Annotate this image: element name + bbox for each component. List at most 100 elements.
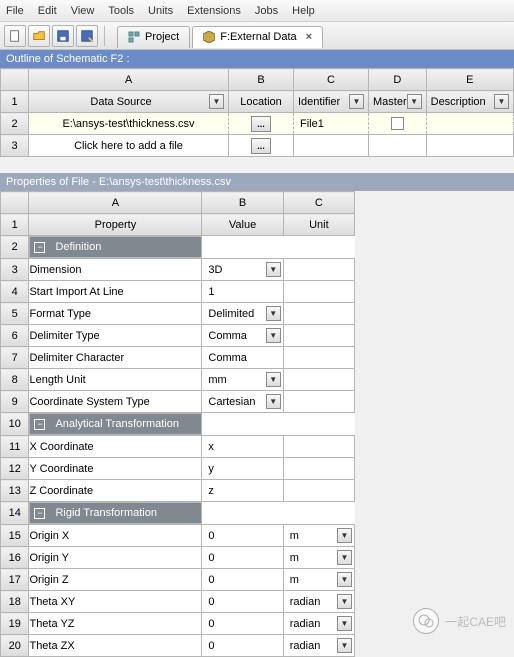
watermark: 一起CAE吧 (413, 608, 506, 634)
val-delimiter-char[interactable]: Comma (202, 347, 283, 369)
col-e[interactable]: E (426, 69, 513, 91)
browse-button[interactable]: ... (251, 138, 271, 154)
prop-theta-yz: Theta YZ (29, 613, 202, 635)
unit-theta-xy[interactable]: radian (290, 596, 321, 608)
add-file-hint[interactable]: Click here to add a file (29, 140, 228, 152)
collapse-icon[interactable]: − (34, 419, 45, 430)
row-2[interactable]: 2 (1, 113, 29, 135)
section-rigid[interactable]: −Rigid Transformation (29, 502, 201, 524)
unit-theta-zx[interactable]: radian (290, 640, 321, 652)
watermark-text: 一起CAE吧 (445, 613, 506, 630)
tab-external-data[interactable]: F:External Data × (192, 26, 323, 48)
unit-theta-yz[interactable]: radian (290, 618, 321, 630)
val-origin-x[interactable]: 0 (202, 525, 283, 547)
dropdown-icon[interactable]: ▼ (266, 372, 281, 387)
properties-header: Properties of File - E:\ansys-test\thick… (0, 173, 514, 191)
val-theta-zx[interactable]: 0 (202, 635, 283, 657)
dropdown-icon[interactable]: ▼ (337, 550, 352, 565)
unit-origin-y[interactable]: m (290, 552, 299, 564)
menu-units[interactable]: Units (148, 5, 173, 17)
prop-delimiter-type: Delimiter Type (29, 325, 202, 347)
col-b[interactable]: B (229, 69, 294, 91)
hdr-property: Property (29, 214, 202, 236)
val-format-type[interactable]: Delimited (208, 308, 254, 320)
menu-bar: File Edit View Tools Units Extensions Jo… (0, 0, 514, 22)
pcol-b[interactable]: B (202, 192, 283, 214)
save-button[interactable] (52, 25, 74, 47)
pcol-a[interactable]: A (29, 192, 202, 214)
val-origin-z[interactable]: 0 (202, 569, 283, 591)
dropdown-icon[interactable]: ▼ (337, 616, 352, 631)
file-path-cell[interactable]: E:\ansys-test\thickness.csv (29, 118, 228, 130)
row-3[interactable]: 3 (1, 135, 29, 157)
prop-coord-system: Coordinate System Type (29, 391, 202, 413)
hdr-identifier: Identifier (298, 96, 340, 108)
section-analytical[interactable]: −Analytical Transformation (29, 413, 201, 435)
new-button[interactable] (4, 25, 26, 47)
properties-grid: A B C 1 Property Value Unit 2 −Definitio… (0, 191, 355, 657)
dropdown-icon[interactable]: ▼ (209, 94, 224, 109)
browse-button[interactable]: ... (251, 116, 271, 132)
prop-x-coord: X Coordinate (29, 436, 202, 458)
properties-panel: Properties of File - E:\ansys-test\thick… (0, 173, 514, 657)
collapse-icon[interactable]: − (34, 508, 45, 519)
val-origin-y[interactable]: 0 (202, 547, 283, 569)
dropdown-icon[interactable]: ▼ (494, 94, 509, 109)
section-definition[interactable]: −Definition (29, 236, 201, 258)
pcol-c[interactable]: C (283, 192, 354, 214)
dropdown-icon[interactable]: ▼ (266, 306, 281, 321)
unit-origin-z[interactable]: m (290, 574, 299, 586)
hdr-description: Description (431, 96, 486, 108)
description-cell[interactable] (426, 113, 513, 135)
unit-origin-x[interactable]: m (290, 530, 299, 542)
val-z-coord[interactable]: z (202, 480, 283, 502)
dropdown-icon[interactable]: ▼ (266, 262, 281, 277)
prop-start-line: Start Import At Line (29, 281, 202, 303)
col-d[interactable]: D (369, 69, 427, 91)
save-as-button[interactable] (76, 25, 98, 47)
val-theta-yz[interactable]: 0 (202, 613, 283, 635)
dropdown-icon[interactable]: ▼ (266, 394, 281, 409)
menu-tools[interactable]: Tools (108, 5, 134, 17)
tab-bar: Project F:External Data × (117, 24, 323, 48)
external-data-icon (203, 31, 215, 43)
corner-cell (1, 69, 29, 91)
val-length-unit[interactable]: mm (208, 374, 226, 386)
file-id-cell[interactable]: File1 (294, 113, 369, 135)
menu-view[interactable]: View (71, 5, 95, 17)
outline-header: Outline of Schematic F2 : (0, 50, 514, 68)
collapse-icon[interactable]: − (34, 242, 45, 253)
val-y-coord[interactable]: y (202, 458, 283, 480)
menu-jobs[interactable]: Jobs (255, 5, 278, 17)
row-1[interactable]: 1 (1, 91, 29, 113)
close-tab-icon[interactable]: × (306, 31, 312, 43)
val-start-line[interactable]: 1 (202, 281, 283, 303)
hdr-value: Value (202, 214, 283, 236)
menu-help[interactable]: Help (292, 5, 315, 17)
dropdown-icon[interactable]: ▼ (337, 638, 352, 653)
tab-external-data-label: F:External Data (220, 31, 296, 43)
dropdown-icon[interactable]: ▼ (337, 572, 352, 587)
corner-cell (1, 192, 29, 214)
dropdown-icon[interactable]: ▼ (349, 94, 364, 109)
val-coord-system[interactable]: Cartesian (208, 396, 255, 408)
val-theta-xy[interactable]: 0 (202, 591, 283, 613)
master-checkbox[interactable] (391, 117, 404, 130)
prop-z-coord: Z Coordinate (29, 480, 202, 502)
hdr-unit: Unit (283, 214, 354, 236)
open-button[interactable] (28, 25, 50, 47)
menu-file[interactable]: File (6, 5, 24, 17)
val-dimension[interactable]: 3D (208, 264, 222, 276)
outline-grid: A B C D E 1 Data Source▼ Location Identi… (0, 68, 514, 157)
dropdown-icon[interactable]: ▼ (407, 94, 422, 109)
dropdown-icon[interactable]: ▼ (337, 528, 352, 543)
dropdown-icon[interactable]: ▼ (266, 328, 281, 343)
tab-project[interactable]: Project (117, 26, 190, 48)
dropdown-icon[interactable]: ▼ (337, 594, 352, 609)
col-c[interactable]: C (294, 69, 369, 91)
menu-edit[interactable]: Edit (38, 5, 57, 17)
val-x-coord[interactable]: x (202, 436, 283, 458)
menu-extensions[interactable]: Extensions (187, 5, 241, 17)
val-delimiter-type[interactable]: Comma (208, 330, 247, 342)
col-a[interactable]: A (29, 69, 229, 91)
